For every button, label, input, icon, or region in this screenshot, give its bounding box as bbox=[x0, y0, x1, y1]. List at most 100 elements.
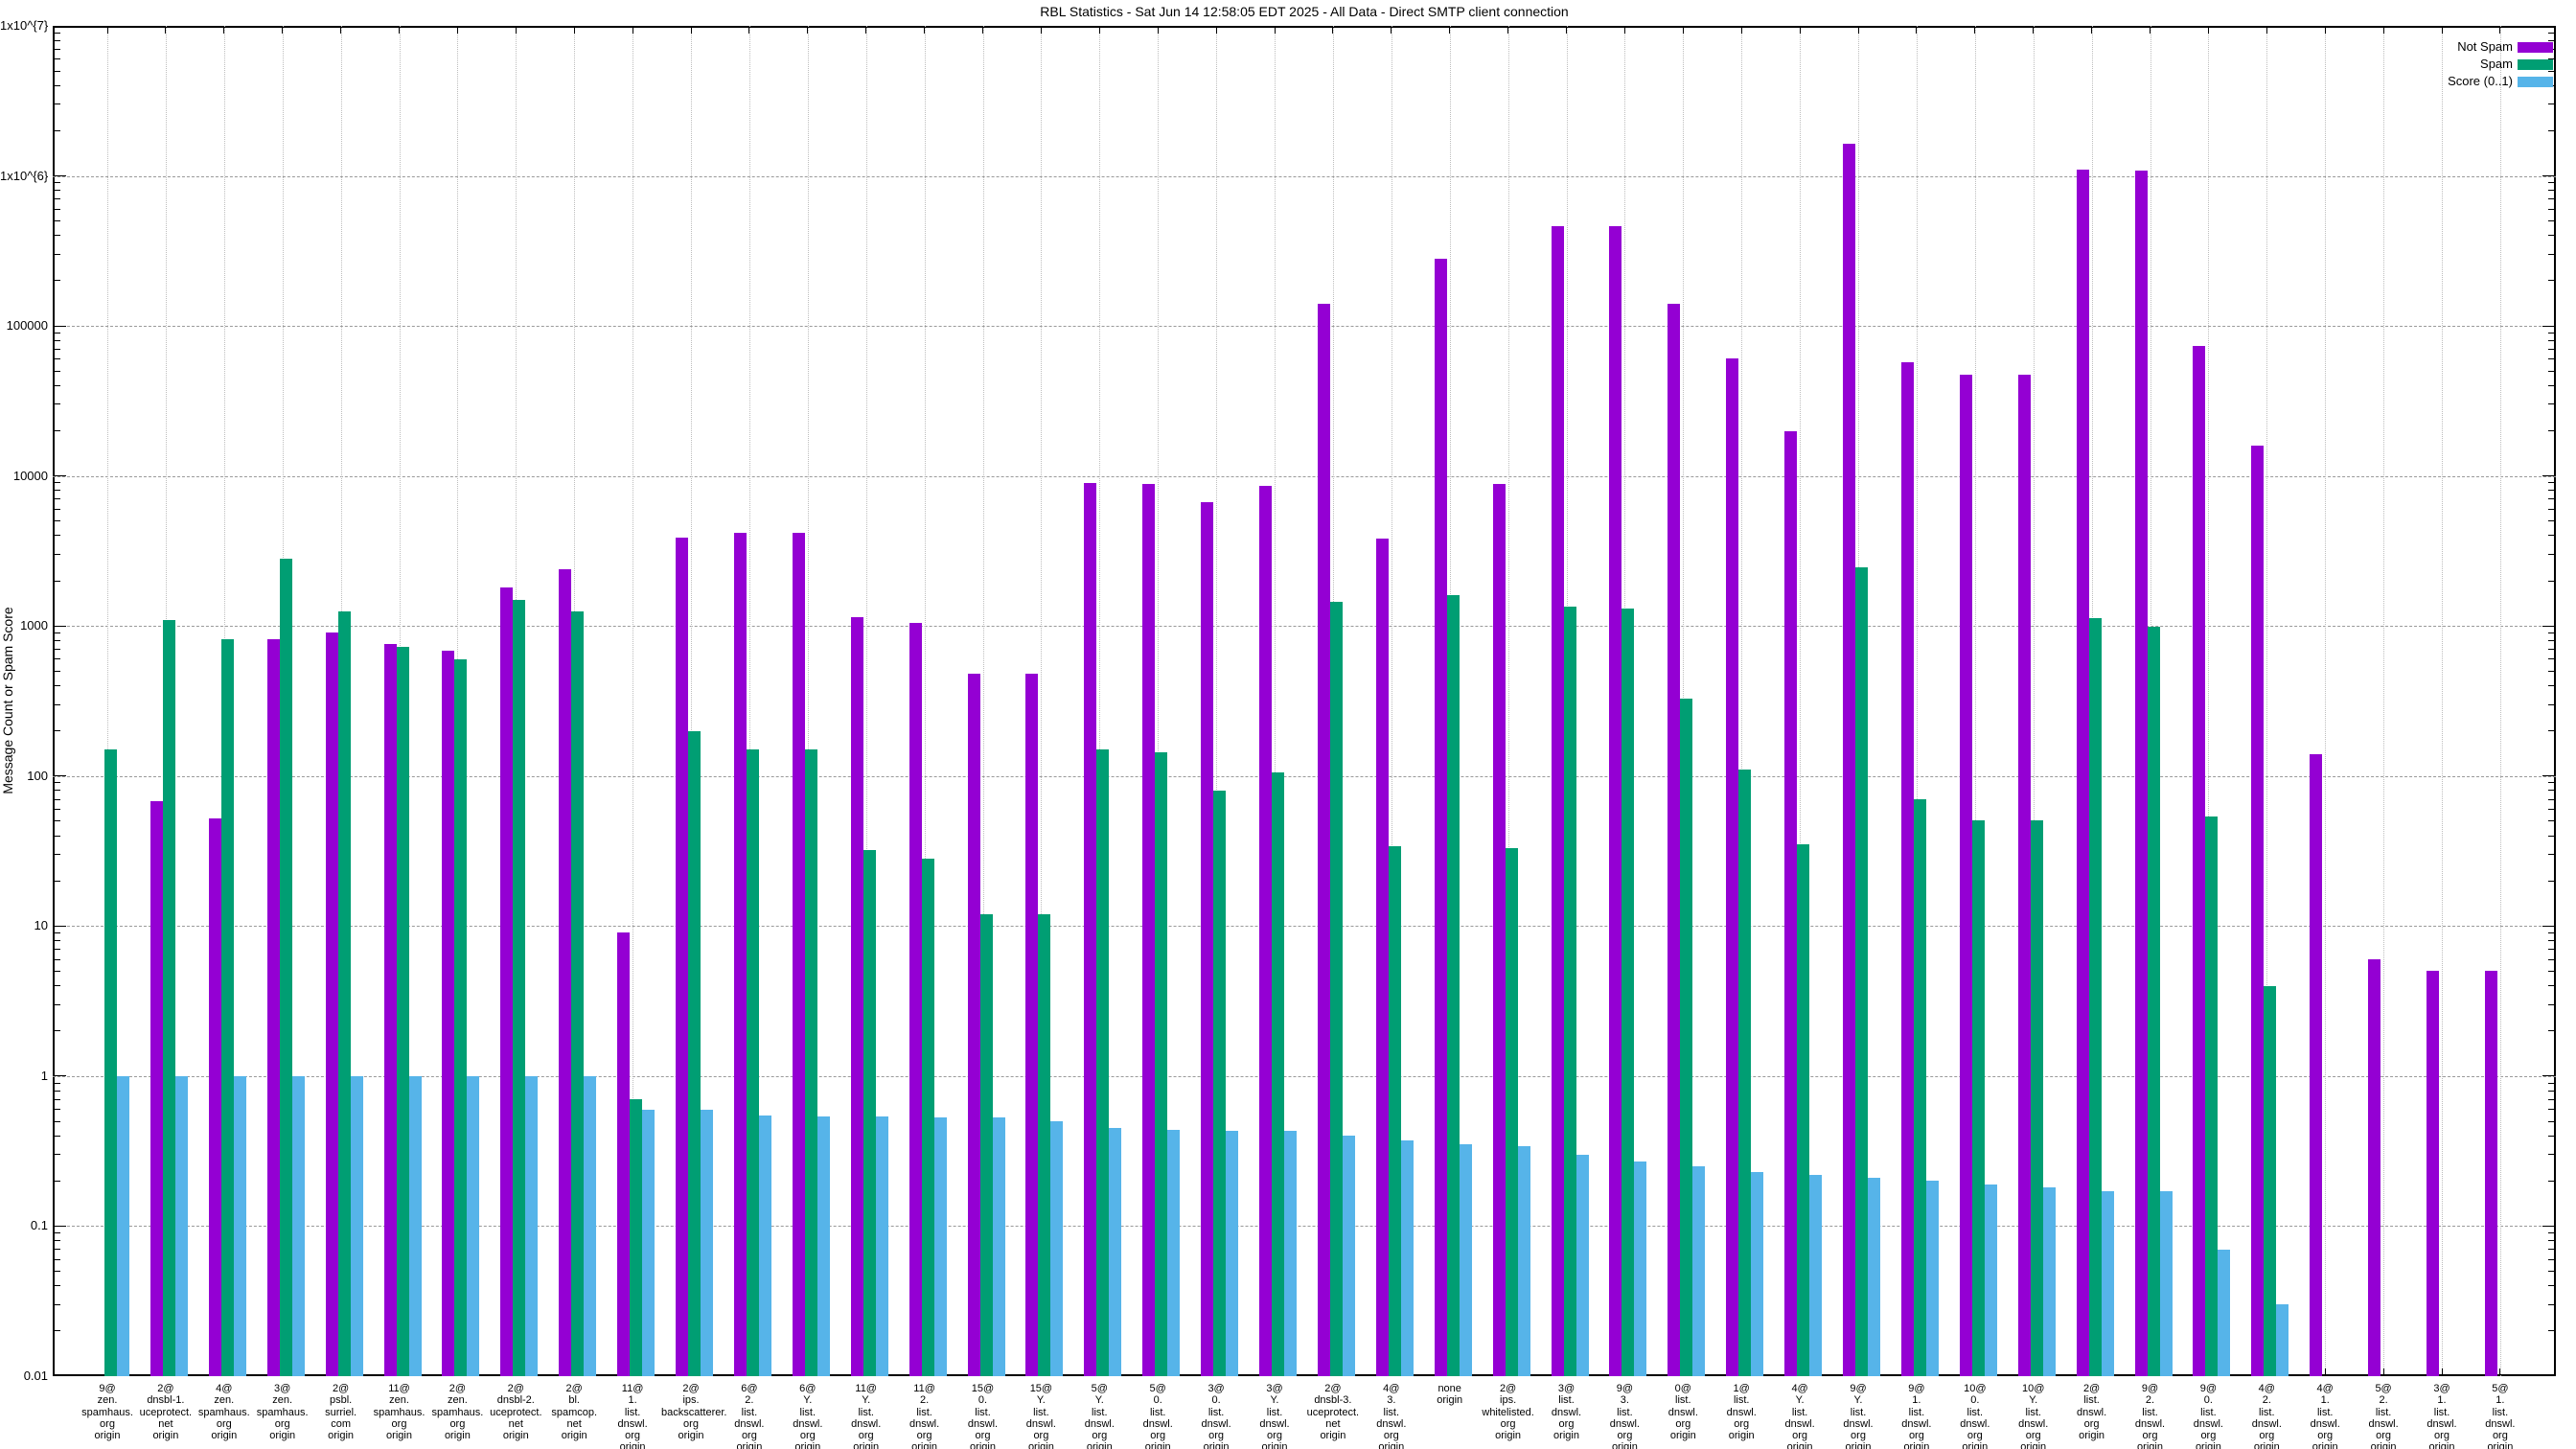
x-tick bbox=[2499, 26, 2500, 34]
bar-spam bbox=[1797, 844, 1809, 1376]
y-minor-tick bbox=[2548, 671, 2556, 672]
y-minor-tick bbox=[2548, 498, 2556, 499]
x-tick bbox=[807, 26, 808, 34]
y-minor-tick bbox=[2548, 1259, 2556, 1260]
y-minor-tick bbox=[53, 40, 60, 41]
y-minor-tick bbox=[53, 1330, 60, 1331]
bar-score bbox=[467, 1076, 479, 1376]
y-minor-tick bbox=[53, 730, 60, 731]
x-tick bbox=[1800, 26, 1801, 34]
bar-spam bbox=[221, 639, 234, 1376]
bar-not-spam bbox=[1784, 431, 1797, 1376]
y-minor-tick bbox=[53, 1232, 60, 1233]
y-minor-tick bbox=[53, 799, 60, 800]
y-minor-tick bbox=[53, 658, 60, 659]
y-minor-tick bbox=[2548, 1099, 2556, 1100]
y-minor-tick bbox=[53, 581, 60, 582]
x-group-label: 9@ 0. list. dnswl. org origin bbox=[2178, 1383, 2238, 1449]
y-minor-tick bbox=[2548, 130, 2556, 131]
x-tick bbox=[1158, 26, 1159, 34]
bar-spam bbox=[1738, 770, 1751, 1376]
x-gridline bbox=[2442, 26, 2443, 1376]
y-minor-tick bbox=[2548, 554, 2556, 555]
y-minor-tick bbox=[2548, 932, 2556, 933]
y-minor-tick bbox=[53, 1083, 60, 1084]
x-tick bbox=[2499, 1368, 2500, 1376]
y-minor-tick bbox=[2548, 820, 2556, 821]
y-minor-tick bbox=[53, 1121, 60, 1122]
bar-not-spam bbox=[851, 617, 863, 1376]
bar-score bbox=[409, 1076, 422, 1376]
y-minor-tick bbox=[53, 482, 60, 483]
y-minor-tick bbox=[53, 1030, 60, 1031]
bar-not-spam bbox=[793, 533, 805, 1376]
bar-spam bbox=[1038, 914, 1050, 1376]
x-tick bbox=[1332, 26, 1333, 34]
bar-score bbox=[1284, 1131, 1297, 1376]
bar-not-spam bbox=[1142, 484, 1155, 1376]
x-group-label: 2@ psbl. surriel. com origin bbox=[311, 1383, 371, 1441]
y-major-tick bbox=[2542, 175, 2556, 176]
bar-score bbox=[234, 1076, 246, 1376]
bar-score bbox=[117, 1076, 129, 1376]
x-tick bbox=[2208, 26, 2209, 34]
x-tick bbox=[748, 26, 749, 34]
bar-not-spam bbox=[1084, 483, 1096, 1376]
bar-not-spam bbox=[2018, 375, 2031, 1376]
y-minor-tick bbox=[2548, 704, 2556, 705]
y-minor-tick bbox=[53, 340, 60, 341]
bar-not-spam bbox=[1901, 362, 1914, 1376]
x-tick bbox=[691, 26, 692, 34]
bar-score bbox=[2218, 1250, 2230, 1376]
y-minor-tick bbox=[2548, 1330, 2556, 1331]
x-tick bbox=[2442, 26, 2443, 34]
x-group-label: 4@ 3. list. dnswl. org origin bbox=[1362, 1383, 1421, 1449]
bar-score bbox=[817, 1116, 830, 1376]
y-gridline bbox=[53, 626, 2556, 627]
y-minor-tick bbox=[2548, 535, 2556, 536]
y-minor-tick bbox=[53, 985, 60, 986]
bar-spam bbox=[2148, 627, 2160, 1376]
y-minor-tick bbox=[53, 1259, 60, 1260]
y-tick-label: 10 bbox=[0, 919, 48, 932]
bar-spam bbox=[747, 749, 759, 1376]
y-minor-tick bbox=[2548, 730, 2556, 731]
bar-spam bbox=[571, 611, 584, 1376]
bar-not-spam bbox=[326, 632, 338, 1376]
bar-not-spam bbox=[2485, 971, 2497, 1376]
legend-swatch bbox=[2518, 77, 2553, 87]
bar-not-spam bbox=[2368, 959, 2380, 1376]
x-tick bbox=[924, 26, 925, 34]
bar-spam bbox=[397, 647, 409, 1376]
bar-spam bbox=[980, 914, 993, 1376]
y-minor-tick bbox=[2548, 632, 2556, 633]
x-group-label: 2@ dnsbl-1. uceprotect. net origin bbox=[136, 1383, 196, 1441]
x-group-label: 1@ list. dnswl. org origin bbox=[1712, 1383, 1771, 1441]
x-group-label: 3@ Y. list. dnswl. org origin bbox=[1245, 1383, 1304, 1449]
x-tick bbox=[2325, 26, 2326, 34]
y-minor-tick bbox=[2548, 430, 2556, 431]
x-tick bbox=[399, 26, 400, 34]
x-group-label: 11@ Y. list. dnswl. org origin bbox=[837, 1383, 896, 1449]
x-tick bbox=[1391, 26, 1392, 34]
bar-not-spam bbox=[1376, 539, 1389, 1376]
bar-score bbox=[1868, 1178, 1880, 1376]
y-minor-tick bbox=[2548, 33, 2556, 34]
y-minor-tick bbox=[53, 385, 60, 386]
y-major-tick bbox=[2542, 926, 2556, 927]
x-tick bbox=[1041, 26, 1042, 34]
y-minor-tick bbox=[2548, 333, 2556, 334]
y-minor-tick bbox=[53, 632, 60, 633]
bar-score bbox=[1576, 1155, 1589, 1376]
x-tick bbox=[1449, 26, 1450, 34]
bar-spam bbox=[2089, 618, 2102, 1376]
y-minor-tick bbox=[2548, 1030, 2556, 1031]
x-tick bbox=[1099, 26, 1100, 34]
x-group-label: none origin bbox=[1420, 1383, 1480, 1407]
x-group-label: 4@ zen. spamhaus. org origin bbox=[195, 1383, 254, 1441]
x-tick bbox=[1858, 26, 1859, 34]
y-minor-tick bbox=[2548, 490, 2556, 491]
x-group-label: 5@ 0. list. dnswl. org origin bbox=[1128, 1383, 1187, 1449]
y-major-tick bbox=[2542, 1075, 2556, 1076]
y-major-tick bbox=[2542, 775, 2556, 776]
